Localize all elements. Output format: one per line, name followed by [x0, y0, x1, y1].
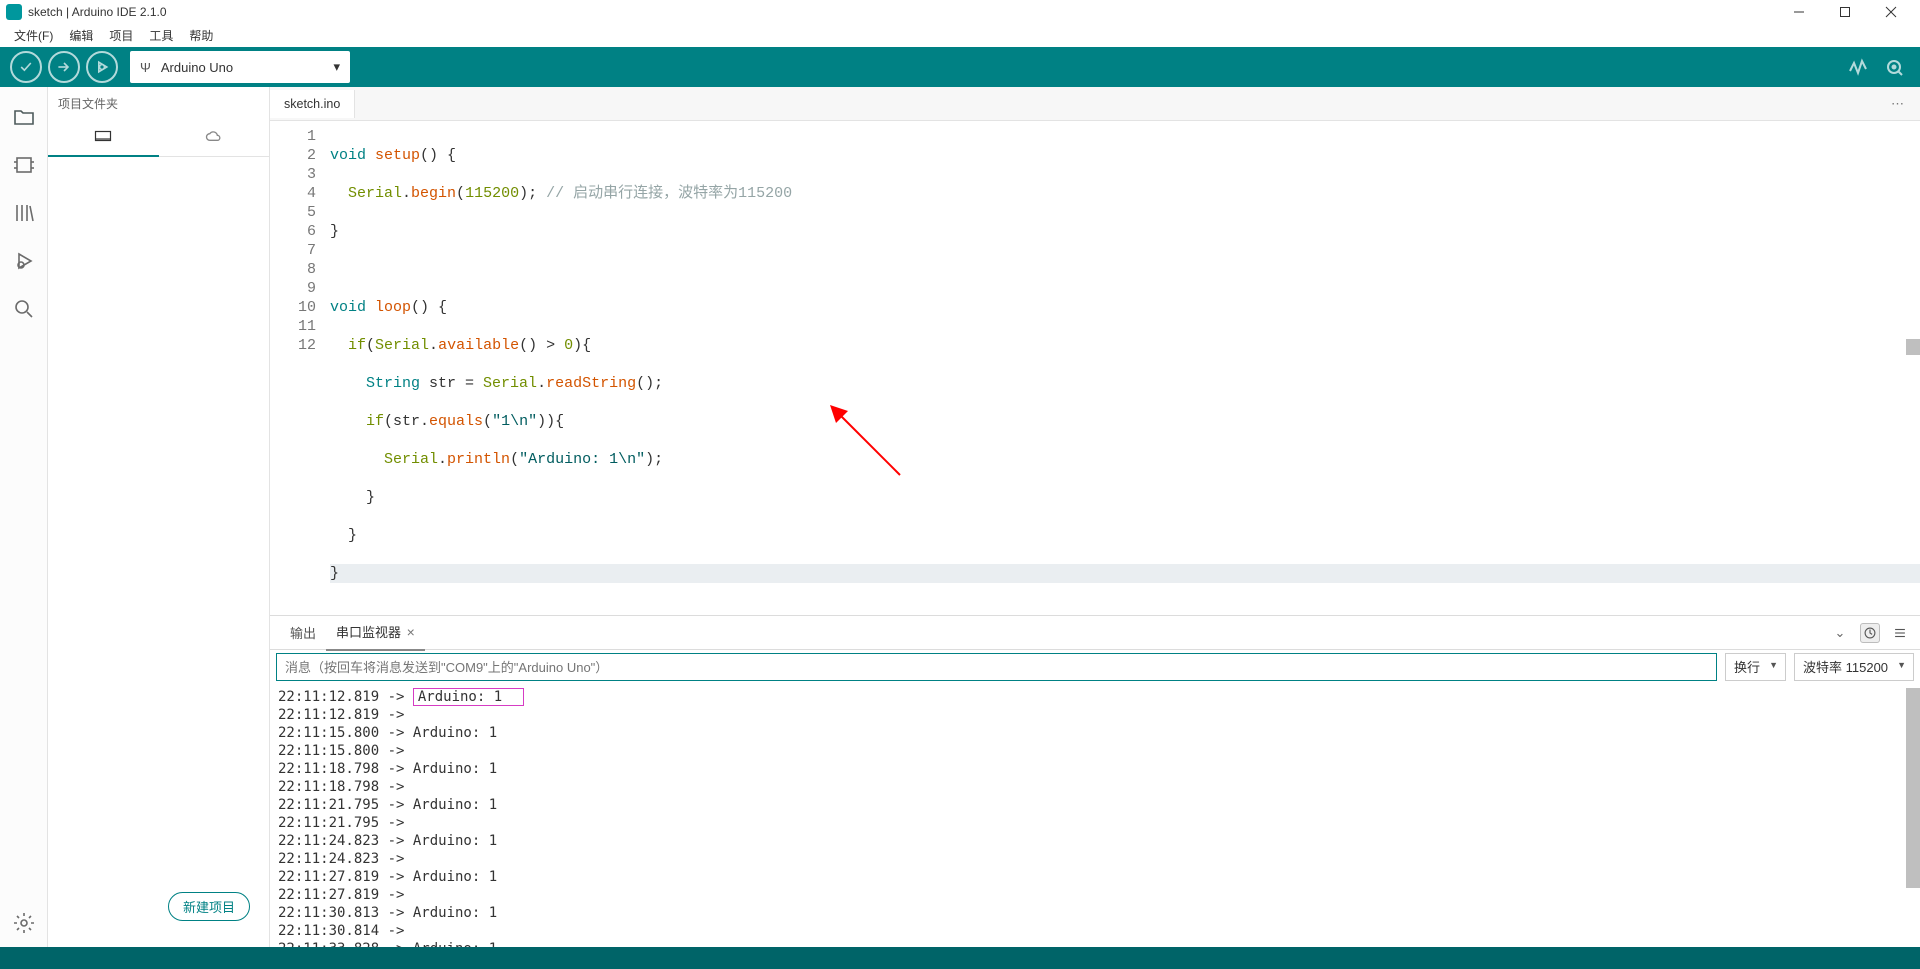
close-icon[interactable]: × [407, 624, 415, 640]
timestamp-toggle-icon[interactable] [1860, 623, 1880, 643]
window-maximize-button[interactable] [1822, 0, 1868, 23]
line-gutter: 123456789101112 [270, 121, 330, 615]
menu-file[interactable]: 文件(F) [6, 25, 61, 46]
output-tab[interactable]: 输出 [280, 615, 326, 650]
debug-icon[interactable] [0, 237, 48, 285]
serial-monitor-tab[interactable]: 串口监视器 × [326, 614, 425, 651]
monitor-line: 22:11:18.798 -> Arduino: 1 [278, 760, 1912, 778]
toolbar: Ψ Arduino Uno ▾ [0, 47, 1920, 87]
side-panel: 项目文件夹 新建项目 [48, 87, 270, 947]
sketchbook-local-tab[interactable] [48, 117, 159, 157]
bottom-panel: 输出 串口监视器 × ⌄ 换行 波特率 115200 22:11:12.819 … [270, 615, 1920, 947]
board-name: Arduino Uno [161, 60, 233, 75]
menubar: 文件(F) 编辑 项目 工具 帮助 [0, 23, 1920, 47]
serial-input[interactable] [276, 653, 1717, 681]
settings-icon[interactable] [0, 899, 48, 947]
serial-plotter-button[interactable] [1842, 51, 1874, 83]
monitor-line: 22:11:27.819 -> Arduino: 1 [278, 868, 1912, 886]
code-editor[interactable]: 123456789101112 void setup() { Serial.be… [270, 121, 1920, 615]
editor-tab-actions[interactable]: ⋯ [1877, 96, 1920, 112]
line-ending-select[interactable]: 换行 [1725, 653, 1786, 681]
menu-tools[interactable]: 工具 [141, 25, 181, 46]
monitor-scrollbar-thumb[interactable] [1906, 688, 1920, 888]
monitor-line: 22:11:12.819 -> [278, 706, 1912, 724]
window-titlebar: sketch | Arduino IDE 2.1.0 [0, 0, 1920, 23]
monitor-line: 22:11:30.814 -> [278, 922, 1912, 940]
debug-button[interactable] [86, 51, 118, 83]
clear-output-icon[interactable] [1890, 623, 1910, 643]
panel-collapse-icon[interactable]: ⌄ [1830, 623, 1850, 643]
menu-edit[interactable]: 编辑 [61, 25, 101, 46]
sketchbook-cloud-tab[interactable] [159, 117, 270, 157]
baud-rate-select[interactable]: 波特率 115200 [1794, 653, 1914, 681]
app-logo-icon [6, 4, 22, 20]
side-panel-content: 新建项目 [48, 157, 269, 947]
monitor-scrollbar[interactable] [1906, 684, 1920, 947]
editor-tabbar: sketch.ino ⋯ [270, 87, 1920, 121]
monitor-line: 22:11:12.819 -> Arduino: 1 [278, 688, 1912, 706]
menu-sketch[interactable]: 项目 [101, 25, 141, 46]
search-icon[interactable] [0, 285, 48, 333]
window-close-button[interactable] [1868, 0, 1914, 23]
verify-button[interactable] [10, 51, 42, 83]
window-minimize-button[interactable] [1776, 0, 1822, 23]
monitor-line: 22:11:24.823 -> Arduino: 1 [278, 832, 1912, 850]
library-manager-icon[interactable] [0, 189, 48, 237]
status-bar [0, 947, 1920, 969]
chevron-down-icon: ▾ [333, 59, 340, 75]
monitor-line: 22:11:15.800 -> [278, 742, 1912, 760]
monitor-line: 22:11:18.798 -> [278, 778, 1912, 796]
editor-scrollbar-thumb[interactable] [1906, 339, 1920, 355]
monitor-line: 22:11:21.795 -> [278, 814, 1912, 832]
monitor-line: 22:11:21.795 -> Arduino: 1 [278, 796, 1912, 814]
board-selector[interactable]: Ψ Arduino Uno ▾ [130, 51, 350, 83]
monitor-line: 22:11:30.813 -> Arduino: 1 [278, 904, 1912, 922]
upload-button[interactable] [48, 51, 80, 83]
monitor-line: 22:11:15.800 -> Arduino: 1 [278, 724, 1912, 742]
boards-manager-icon[interactable] [0, 141, 48, 189]
side-panel-header: 项目文件夹 [48, 87, 269, 117]
monitor-line: 22:11:27.819 -> [278, 886, 1912, 904]
window-title: sketch | Arduino IDE 2.1.0 [28, 5, 1776, 19]
monitor-line: 22:11:24.823 -> [278, 850, 1912, 868]
file-tab[interactable]: sketch.ino [270, 90, 355, 118]
serial-monitor-button[interactable] [1878, 51, 1910, 83]
menu-help[interactable]: 帮助 [181, 25, 221, 46]
explorer-icon[interactable] [0, 93, 48, 141]
serial-monitor-log[interactable]: 22:11:12.819 -> Arduino: 1 22:11:12.819 … [270, 684, 1920, 947]
new-sketch-button[interactable]: 新建项目 [168, 892, 250, 921]
code-area[interactable]: void setup() { Serial.begin(115200); // … [330, 121, 1920, 615]
monitor-line: 22:11:33.828 -> Arduino: 1 [278, 940, 1912, 947]
activity-bar [0, 87, 48, 947]
usb-icon: Ψ [140, 60, 151, 75]
